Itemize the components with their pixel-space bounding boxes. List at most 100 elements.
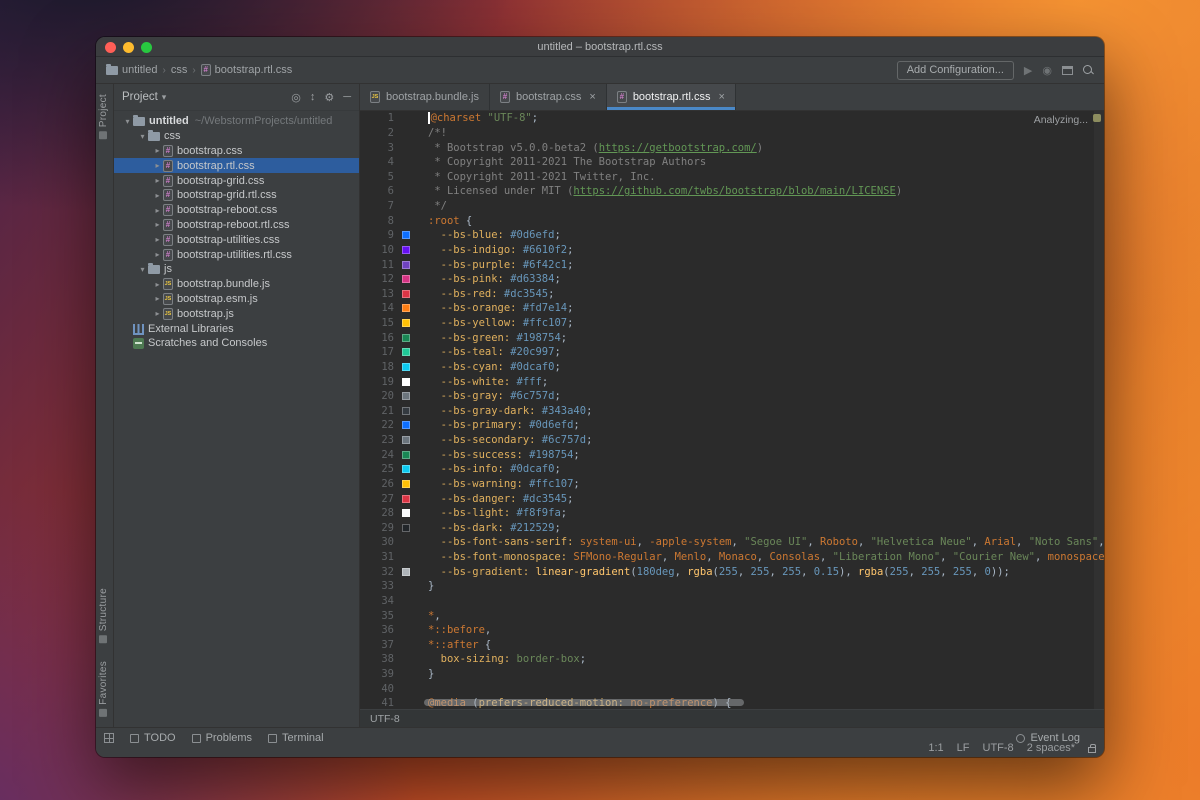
code-line[interactable]: 2/*! [360,126,1104,141]
tree-item[interactable]: ▸bootstrap-grid.css [114,173,359,188]
tree-chevron-icon[interactable]: ▸ [152,294,163,303]
code-line[interactable]: 24 --bs-success: #198754; [360,447,1104,462]
code-line[interactable]: 18 --bs-cyan: #0dcaf0; [360,360,1104,375]
statusbar-indent-setting[interactable]: 2 spaces* [1027,742,1075,754]
tree-item[interactable]: ▸bootstrap-utilities.css [114,232,359,247]
code-line[interactable]: 34 [360,594,1104,609]
breadcrumb-item[interactable]: untitled [106,64,157,76]
editor-breadcrumb-item[interactable]: UTF-8 [370,713,400,725]
code-line[interactable]: 14 --bs-orange: #fd7e14; [360,301,1104,316]
tree-item[interactable]: ▾untitled~/WebstormProjects/untitled [114,114,359,129]
close-icon[interactable]: × [718,91,724,103]
tree-chevron-icon[interactable]: ▸ [152,161,163,170]
add-configuration-button[interactable]: Add Configuration... [897,61,1014,80]
color-swatch-icon[interactable] [402,290,410,298]
code-line[interactable]: 1@charset "UTF-8"; [360,111,1104,126]
code-line[interactable]: 6 * Licensed under MIT (https://github.c… [360,184,1104,199]
color-swatch-icon[interactable] [402,451,410,459]
color-swatch-icon[interactable] [402,421,410,429]
code-line[interactable]: 13 --bs-red: #dc3545; [360,287,1104,302]
vertical-scrollbar[interactable] [1094,111,1104,709]
color-swatch-icon[interactable] [402,231,410,239]
tree-item[interactable]: ▸bootstrap.rtl.css [114,158,359,173]
tree-item[interactable]: ▸bootstrap-reboot.rtl.css [114,218,359,233]
color-swatch-icon[interactable] [402,363,410,371]
tree-chevron-icon[interactable]: ▸ [152,191,163,200]
statusbar-item-todo[interactable]: TODO [130,732,176,744]
tree-chevron-icon[interactable]: ▸ [152,280,163,289]
tree-chevron-icon[interactable]: ▸ [152,206,163,215]
statusbar-item-problems[interactable]: Problems [192,732,252,744]
statusbar-item-terminal[interactable]: Terminal [268,732,324,744]
tree-chevron-icon[interactable]: ▸ [152,235,163,244]
code-line[interactable]: 29 --bs-dark: #212529; [360,521,1104,536]
code-line[interactable]: 31 --bs-font-monospace: SFMono-Regular, … [360,550,1104,565]
tool-windows-grid-icon[interactable] [104,733,114,743]
breadcrumb-item[interactable]: css [171,64,188,76]
code-line[interactable]: 35*, [360,608,1104,623]
tree-item[interactable]: ▸bootstrap-grid.rtl.css [114,188,359,203]
color-swatch-icon[interactable] [402,407,410,415]
code-line[interactable]: 3 * Bootstrap v5.0.0-beta2 (https://getb… [360,140,1104,155]
code-line[interactable]: 7 */ [360,199,1104,214]
hide-panel-icon[interactable]: ─ [343,91,351,104]
code-line[interactable]: 5 * Copyright 2011-2021 Twitter, Inc. [360,170,1104,185]
search-icon[interactable] [1083,65,1094,76]
tree-chevron-icon[interactable]: ▾ [137,265,148,274]
tree-chevron-icon[interactable]: ▸ [152,250,163,259]
code-line[interactable]: 9 --bs-blue: #0d6efd; [360,228,1104,243]
debug-icon[interactable]: ◉ [1042,64,1052,77]
tree-item[interactable]: ▸bootstrap.css [114,144,359,159]
editor-tab[interactable]: bootstrap.rtl.css× [607,84,736,110]
chevron-down-icon[interactable]: ▾ [162,92,167,103]
horizontal-scrollbar[interactable] [424,699,744,706]
code-line[interactable]: 30 --bs-font-sans-serif: system-ui, -app… [360,535,1104,550]
settings-gear-icon[interactable]: ⚙ [324,91,334,104]
color-swatch-icon[interactable] [402,261,410,269]
stripe-project[interactable]: Project [98,94,109,139]
color-swatch-icon[interactable] [402,319,410,327]
color-swatch-icon[interactable] [402,524,410,532]
code-line[interactable]: 36*::before, [360,623,1104,638]
code-line[interactable]: 26 --bs-warning: #ffc107; [360,477,1104,492]
tree-chevron-icon[interactable]: ▸ [152,309,163,318]
tree-item[interactable]: Scratches and Consoles [114,336,359,351]
code-line[interactable]: 27 --bs-danger: #dc3545; [360,491,1104,506]
code-line[interactable]: 15 --bs-yellow: #ffc107; [360,316,1104,331]
color-swatch-icon[interactable] [402,465,410,473]
code-line[interactable]: 40 [360,681,1104,696]
tree-item[interactable]: ▸bootstrap.bundle.js [114,277,359,292]
locate-icon[interactable]: ◎ [291,91,301,104]
statusbar-caret-position[interactable]: 1:1 [928,742,943,754]
code-line[interactable]: 25 --bs-info: #0dcaf0; [360,462,1104,477]
code-line[interactable]: 32 --bs-gradient: linear-gradient(180deg… [360,564,1104,579]
statusbar-file-encoding[interactable]: UTF-8 [983,742,1014,754]
stripe-favorites[interactable]: Favorites [98,661,109,717]
tree-chevron-icon[interactable]: ▾ [122,117,133,126]
layout-icon[interactable] [1062,66,1073,75]
color-swatch-icon[interactable] [402,392,410,400]
code-line[interactable]: 33} [360,579,1104,594]
tree-item[interactable]: ▸bootstrap.esm.js [114,292,359,307]
tree-item[interactable]: ▸bootstrap-reboot.css [114,203,359,218]
editor-tab[interactable]: bootstrap.css× [490,84,607,110]
code-line[interactable]: 8:root { [360,213,1104,228]
color-swatch-icon[interactable] [402,378,410,386]
zoom-button[interactable] [141,42,152,53]
color-swatch-icon[interactable] [402,348,410,356]
tree-chevron-icon[interactable]: ▸ [152,146,163,155]
code-editor[interactable]: 1@charset "UTF-8";2/*!3 * Bootstrap v5.0… [360,111,1104,709]
color-swatch-icon[interactable] [402,568,410,576]
code-line[interactable]: 19 --bs-white: #fff; [360,374,1104,389]
window-titlebar[interactable]: untitled – bootstrap.rtl.css [96,37,1104,57]
code-line[interactable]: 12 --bs-pink: #d63384; [360,272,1104,287]
tree-item[interactable]: ▸bootstrap.js [114,306,359,321]
expand-collapse-icon[interactable]: ↕ [310,91,316,104]
run-icon[interactable]: ▶ [1024,64,1032,77]
code-line[interactable]: 4 * Copyright 2011-2021 The Bootstrap Au… [360,155,1104,170]
color-swatch-icon[interactable] [402,509,410,517]
color-swatch-icon[interactable] [402,275,410,283]
tree-chevron-icon[interactable]: ▸ [152,220,163,229]
code-line[interactable]: 16 --bs-green: #198754; [360,330,1104,345]
color-swatch-icon[interactable] [402,246,410,254]
